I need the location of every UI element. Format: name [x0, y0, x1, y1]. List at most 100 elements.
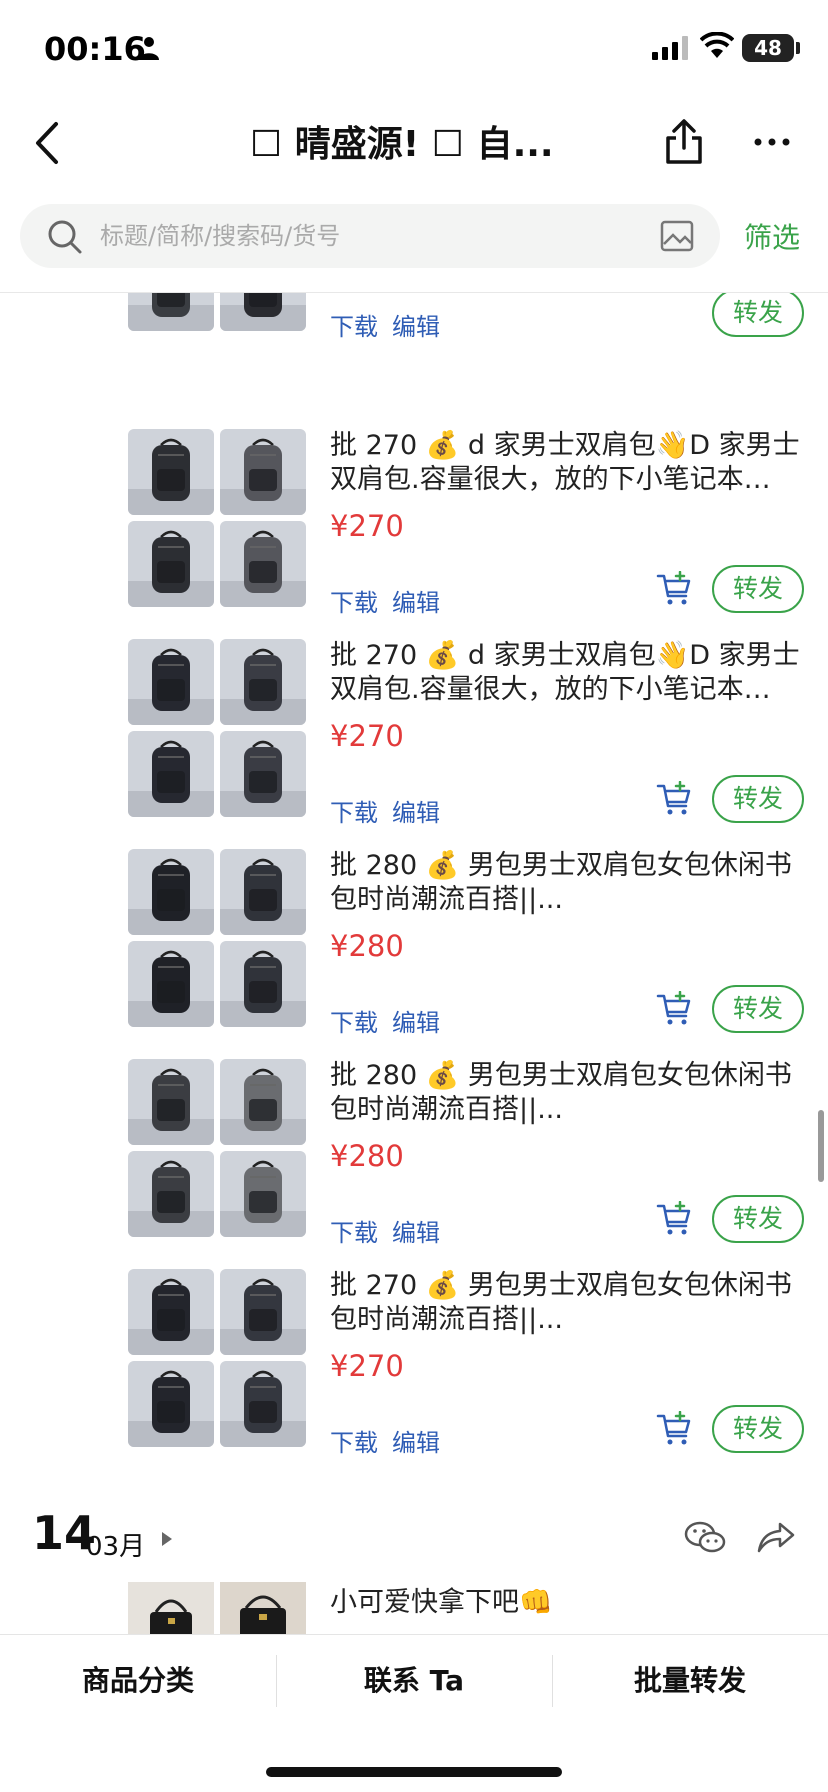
product-thumbnail[interactable] — [220, 521, 306, 607]
forward-button[interactable]: 转发 — [712, 775, 804, 823]
forward-button[interactable]: 转发 — [712, 565, 804, 613]
add-to-cart-icon[interactable] — [656, 1201, 692, 1237]
search-input[interactable] — [100, 204, 640, 268]
post-thumbnail-grid[interactable] — [128, 1582, 306, 1638]
product-thumbnail-grid[interactable] — [128, 429, 306, 607]
product-title[interactable]: 批 270 💰 男包男士双肩包女包休闲书包时尚潮流百搭||... — [330, 1269, 800, 1339]
product-actions: 下载 编辑 — [330, 307, 454, 342]
product-item[interactable]: 批 270 💰 d 家男士双肩包👋D 家男士双肩包.容量很大，放的下小笔记本… ¥… — [0, 639, 828, 829]
add-to-cart-icon[interactable] — [656, 571, 692, 607]
status-time: 00:16 — [44, 30, 146, 68]
product-thumbnail[interactable] — [128, 1059, 214, 1145]
more-icon[interactable] — [752, 130, 792, 154]
product-title[interactable]: 批 280 💰 男包男士双肩包女包休闲书包时尚潮流百搭||... — [330, 849, 800, 919]
download-link[interactable]: 下载 — [330, 589, 378, 617]
search-icon — [48, 220, 82, 254]
product-thumbnail[interactable] — [128, 521, 214, 607]
edit-link[interactable]: 编辑 — [392, 313, 440, 341]
page-title: ☐ 晴盛源! ☐ 自... — [250, 124, 554, 165]
product-item[interactable]: 批 270 💰 男包男士双肩包女包休闲书包时尚潮流百搭||... ¥270 下载 编辑… — [0, 1269, 828, 1459]
product-thumbnail[interactable] — [128, 1269, 214, 1355]
post-text: 小可爱快拿下吧👊 — [330, 1587, 553, 1618]
download-link[interactable]: 下载 — [330, 313, 378, 341]
product-price: ¥270 — [330, 509, 404, 543]
product-price: ¥270 — [330, 719, 404, 753]
image-search-icon[interactable] — [660, 220, 694, 252]
product-item[interactable]: 批 270 💰 d 家男士双肩包👋D 家男士双肩包.容量很大，放的下小笔记本… ¥… — [0, 429, 828, 619]
product-thumbnail[interactable] — [128, 293, 214, 331]
handbag-photo — [128, 1582, 306, 1638]
product-thumbnail[interactable] — [220, 1269, 306, 1355]
status-bar: 00:16 48 — [0, 0, 828, 100]
product-price: ¥270 — [330, 1349, 404, 1383]
edit-link[interactable]: 编辑 — [392, 1429, 440, 1457]
product-thumbnail[interactable] — [220, 639, 306, 725]
wechat-icon[interactable] — [684, 1520, 726, 1556]
product-item[interactable]: 下载 编辑 转发 — [0, 293, 828, 343]
product-thumbnail[interactable] — [220, 941, 306, 1027]
battery-tip — [796, 42, 800, 54]
share-icon[interactable] — [662, 118, 706, 166]
tab-batch-forward[interactable]: 批量转发 — [552, 1635, 828, 1727]
product-item[interactable]: 批 280 💰 男包男士双肩包女包休闲书包时尚潮流百搭||... ¥280 下载 编辑… — [0, 849, 828, 1039]
product-thumbnail-grid[interactable] — [128, 849, 306, 1027]
product-title[interactable]: 批 270 💰 d 家男士双肩包👋D 家男士双肩包.容量很大，放的下小笔记本… — [330, 639, 800, 709]
signal-icon — [652, 36, 688, 60]
product-thumbnail[interactable] — [220, 849, 306, 935]
edit-link[interactable]: 编辑 — [392, 589, 440, 617]
back-icon[interactable] — [30, 118, 70, 168]
scrollbar-thumb[interactable] — [818, 1110, 824, 1182]
nav-bar: ☐ 晴盛源! ☐ 自... — [0, 100, 828, 200]
product-actions: 下载 编辑 — [330, 793, 454, 828]
add-to-cart-icon[interactable] — [656, 1411, 692, 1447]
edit-link[interactable]: 编辑 — [392, 1009, 440, 1037]
product-price: ¥280 — [330, 1139, 404, 1173]
product-thumbnail[interactable] — [220, 1059, 306, 1145]
add-to-cart-icon[interactable] — [656, 781, 692, 817]
product-actions: 下载 编辑 — [330, 1213, 454, 1248]
edit-link[interactable]: 编辑 — [392, 799, 440, 827]
battery-icon: 48 — [742, 34, 794, 62]
date-month: 03月 — [86, 1532, 146, 1562]
product-thumbnail[interactable] — [220, 731, 306, 817]
tab-contact[interactable]: 联系 Ta — [276, 1635, 552, 1727]
share-arrow-icon[interactable] — [756, 1520, 796, 1554]
product-thumbnail[interactable] — [128, 639, 214, 725]
product-thumbnail[interactable] — [220, 429, 306, 515]
wifi-icon — [700, 32, 734, 58]
product-thumbnail[interactable] — [128, 429, 214, 515]
product-thumbnail-grid[interactable] — [128, 293, 306, 331]
forward-button[interactable]: 转发 — [712, 985, 804, 1033]
person-icon — [139, 37, 159, 60]
add-to-cart-icon[interactable] — [656, 991, 692, 1027]
product-title[interactable]: 批 270 💰 d 家男士双肩包👋D 家男士双肩包.容量很大，放的下小笔记本… — [330, 429, 800, 499]
tab-product-category[interactable]: 商品分类 — [0, 1635, 276, 1727]
product-title[interactable]: 批 280 💰 男包男士双肩包女包休闲书包时尚潮流百搭||... — [330, 1059, 800, 1129]
forward-button[interactable]: 转发 — [712, 1405, 804, 1453]
product-actions: 下载 编辑 — [330, 1003, 454, 1038]
product-thumbnail[interactable] — [128, 1361, 214, 1447]
caret-right-icon[interactable] — [162, 1532, 172, 1546]
product-thumbnail[interactable] — [128, 849, 214, 935]
product-thumbnail[interactable] — [220, 1151, 306, 1237]
product-item[interactable]: 批 280 💰 男包男士双肩包女包休闲书包时尚潮流百搭||... ¥280 下载 编辑… — [0, 1059, 828, 1249]
product-list[interactable]: 下载 编辑 转发批 270 💰 d 家男士双肩包👋D 家男士双肩包.容量很大，放的下… — [0, 293, 828, 1633]
product-actions: 下载 编辑 — [330, 583, 454, 618]
product-thumbnail[interactable] — [128, 1151, 214, 1237]
bottom-tab-bar: 商品分类 联系 Ta 批量转发 — [0, 1634, 828, 1792]
download-link[interactable]: 下载 — [330, 1219, 378, 1247]
download-link[interactable]: 下载 — [330, 1009, 378, 1037]
product-thumbnail-grid[interactable] — [128, 1269, 306, 1447]
product-thumbnail[interactable] — [128, 941, 214, 1027]
product-thumbnail[interactable] — [128, 731, 214, 817]
download-link[interactable]: 下载 — [330, 799, 378, 827]
forward-button[interactable]: 转发 — [712, 293, 804, 337]
product-thumbnail-grid[interactable] — [128, 639, 306, 817]
product-thumbnail[interactable] — [220, 293, 306, 331]
edit-link[interactable]: 编辑 — [392, 1219, 440, 1247]
product-thumbnail-grid[interactable] — [128, 1059, 306, 1237]
filter-button[interactable]: 筛选 — [744, 216, 800, 256]
download-link[interactable]: 下载 — [330, 1429, 378, 1457]
product-thumbnail[interactable] — [220, 1361, 306, 1447]
forward-button[interactable]: 转发 — [712, 1195, 804, 1243]
